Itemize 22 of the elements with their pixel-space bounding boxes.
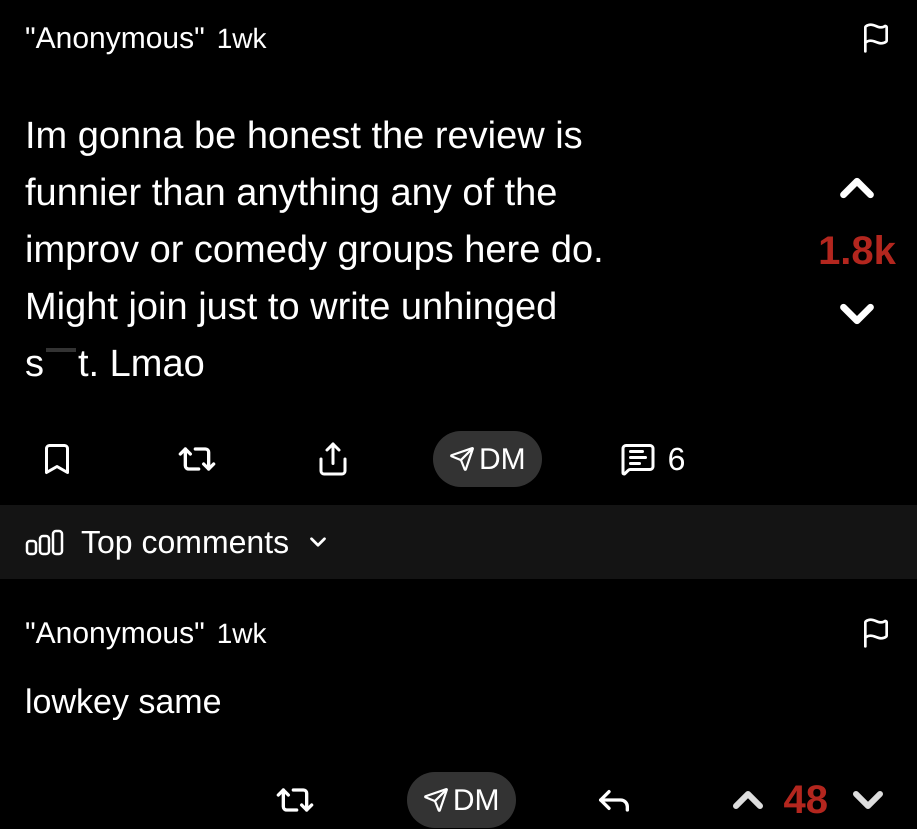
- send-icon: [449, 446, 475, 472]
- post-text-line: t. Lmao: [78, 342, 205, 387]
- comment-icon[interactable]: [620, 441, 656, 477]
- comment-text: lowkey same: [25, 682, 223, 723]
- redaction-bar: [46, 348, 76, 352]
- vote-score: 1.8k: [818, 228, 896, 274]
- author-name: "Anonymous": [25, 616, 205, 652]
- post-text-line: s: [25, 342, 44, 387]
- send-icon: [422, 787, 449, 813]
- post-text-line: Im gonna be honest the review is: [25, 114, 584, 159]
- post-text-line: improv or comedy groups here do.: [25, 228, 605, 273]
- dm-button[interactable]: DM: [406, 772, 516, 828]
- vote-score: 48: [784, 777, 828, 824]
- post-text-line: funnier than anything any of the: [25, 171, 558, 216]
- comment-count: 6: [668, 440, 686, 479]
- comment-time: 1wk: [216, 616, 267, 650]
- dm-button[interactable]: DM: [433, 431, 542, 487]
- post-time: 1wk: [216, 22, 267, 56]
- post-text-line: Might join just to write unhinged: [25, 285, 558, 330]
- sort-dropdown[interactable]: Top comments: [81, 518, 332, 566]
- author-name: "Anonymous": [25, 20, 205, 56]
- bar-chart-icon: [25, 528, 65, 556]
